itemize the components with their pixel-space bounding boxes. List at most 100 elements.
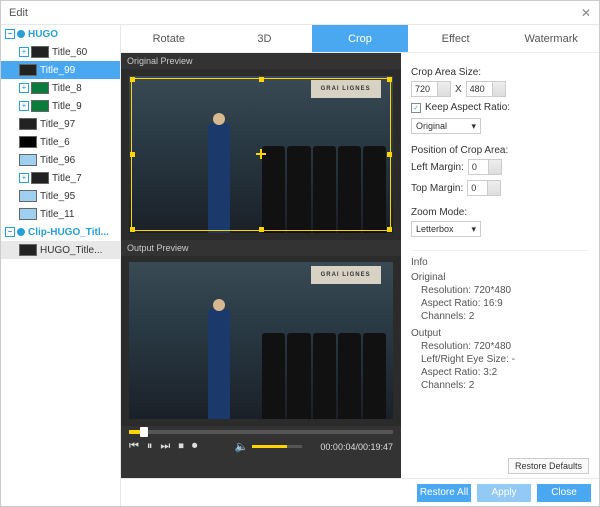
- crop-size-label: Crop Area Size:: [411, 67, 589, 78]
- stop-button[interactable]: ⏹: [178, 440, 184, 453]
- top-margin-input[interactable]: 0▲▼: [467, 180, 501, 196]
- tree-item[interactable]: +Title_8: [1, 79, 120, 97]
- expand-icon[interactable]: +: [19, 83, 29, 93]
- thumb-icon: [31, 46, 49, 58]
- output-preview-label: Output Preview: [121, 240, 401, 256]
- original-preview-label: Original Preview: [121, 53, 401, 69]
- x-separator: X: [455, 84, 462, 95]
- thumb-icon: [19, 244, 37, 256]
- tab-rotate[interactable]: Rotate: [121, 25, 217, 52]
- disc-icon: [17, 30, 25, 38]
- snapshot-button[interactable]: ⏺: [192, 440, 198, 453]
- window-title: Edit: [9, 7, 28, 19]
- tree-root-hugo[interactable]: − HUGO: [1, 25, 120, 43]
- crop-handle-e[interactable]: [387, 152, 392, 157]
- zoom-mode-select[interactable]: Letterbox▾: [411, 221, 481, 237]
- thumb-icon: [31, 172, 49, 184]
- volume-icon[interactable]: 🔈: [235, 440, 249, 453]
- tree-item[interactable]: Title_97: [1, 115, 120, 133]
- thumb-icon: [19, 64, 37, 76]
- tree-root-clip[interactable]: − Clip-HUGO_Titl...: [1, 223, 120, 241]
- seek-slider[interactable]: [129, 430, 393, 434]
- tree-item[interactable]: Title_96: [1, 151, 120, 169]
- expand-icon[interactable]: +: [19, 47, 29, 57]
- player-controls: ⏮ ⏸ ⏭ ⏹ ⏺ 🔈 00:00:04/00:19:47: [121, 426, 401, 478]
- next-button[interactable]: ⏭: [160, 440, 170, 453]
- left-margin-label: Left Margin:: [411, 162, 464, 173]
- crop-center-icon[interactable]: [256, 149, 266, 159]
- thumb-icon: [31, 82, 49, 94]
- crop-height-input[interactable]: 480▲▼: [466, 81, 506, 97]
- info-label: Info: [411, 257, 589, 268]
- tree-item[interactable]: +Title_7: [1, 169, 120, 187]
- tab-3d[interactable]: 3D: [217, 25, 313, 52]
- pause-button[interactable]: ⏸: [147, 440, 153, 453]
- collapse-icon[interactable]: −: [5, 29, 15, 39]
- tree-root-label: HUGO: [28, 29, 58, 40]
- dialog-footer: Restore All Apply Close: [121, 478, 599, 506]
- tree-root-label: Clip-HUGO_Titl...: [28, 227, 109, 238]
- thumb-icon: [19, 190, 37, 202]
- tree-item[interactable]: +Title_9: [1, 97, 120, 115]
- tree-item[interactable]: Title_11: [1, 205, 120, 223]
- info-original-channels: Channels: 2: [411, 311, 589, 322]
- titlebar: Edit ✕: [1, 1, 599, 25]
- tree-item[interactable]: Title_95: [1, 187, 120, 205]
- info-original-title: Original: [411, 272, 589, 283]
- output-preview: GRAI LIGNES: [121, 256, 401, 427]
- tab-effect[interactable]: Effect: [408, 25, 504, 52]
- tree-item[interactable]: HUGO_Title...: [1, 241, 120, 259]
- seek-thumb[interactable]: [140, 427, 148, 437]
- preview-column: Original Preview GRAI LIGNES: [121, 53, 401, 478]
- thumb-icon: [19, 136, 37, 148]
- crop-handle-ne[interactable]: [387, 77, 392, 82]
- crop-settings-panel: Crop Area Size: 720▲▼ X 480▲▼ ✓ Keep Asp…: [401, 53, 599, 478]
- zoom-mode-label: Zoom Mode:: [411, 207, 589, 218]
- prev-button[interactable]: ⏮: [129, 440, 139, 453]
- info-output-aspect: Aspect Ratio: 3:2: [411, 367, 589, 378]
- info-output-eye: Left/Right Eye Size: -: [411, 354, 589, 365]
- keep-aspect-checkbox[interactable]: ✓: [411, 103, 421, 113]
- tab-crop[interactable]: Crop: [312, 25, 408, 52]
- crop-handle-s[interactable]: [259, 227, 264, 232]
- info-output-resolution: Resolution: 720*480: [411, 341, 589, 352]
- title-tree[interactable]: − HUGO +Title_60 Title_99 +Title_8 +Titl…: [1, 25, 121, 506]
- aspect-ratio-select[interactable]: Original▾: [411, 118, 481, 134]
- thumb-icon: [31, 100, 49, 112]
- chevron-down-icon: ▾: [471, 121, 476, 132]
- chevron-down-icon: ▾: [471, 224, 476, 235]
- crop-handle-se[interactable]: [387, 227, 392, 232]
- apply-button[interactable]: Apply: [477, 484, 531, 502]
- restore-all-button[interactable]: Restore All: [417, 484, 471, 502]
- expand-icon[interactable]: +: [19, 101, 29, 111]
- volume-slider[interactable]: [252, 445, 302, 448]
- tree-item-selected[interactable]: Title_99: [1, 61, 120, 79]
- crop-width-input[interactable]: 720▲▼: [411, 81, 451, 97]
- sign-text: GRAI LIGNES: [311, 266, 381, 284]
- crop-handle-nw[interactable]: [130, 77, 135, 82]
- disc-icon: [17, 228, 25, 236]
- expand-icon[interactable]: +: [19, 173, 29, 183]
- crop-handle-n[interactable]: [259, 77, 264, 82]
- close-icon[interactable]: ✕: [581, 6, 591, 20]
- info-output-title: Output: [411, 328, 589, 339]
- collapse-icon[interactable]: −: [5, 227, 15, 237]
- left-margin-input[interactable]: 0▲▼: [468, 159, 502, 175]
- time-display: 00:00:04/00:19:47: [320, 442, 393, 452]
- tree-item[interactable]: +Title_60: [1, 43, 120, 61]
- crop-handle-sw[interactable]: [130, 227, 135, 232]
- edit-window: Edit ✕ − HUGO +Title_60 Title_99 +Title_…: [0, 0, 600, 507]
- info-original-resolution: Resolution: 720*480: [411, 285, 589, 296]
- tree-item[interactable]: Title_6: [1, 133, 120, 151]
- keep-aspect-label: Keep Aspect Ratio:: [425, 102, 510, 113]
- restore-defaults-button[interactable]: Restore Defaults: [508, 458, 589, 474]
- close-button[interactable]: Close: [537, 484, 591, 502]
- tab-watermark[interactable]: Watermark: [503, 25, 599, 52]
- info-output-channels: Channels: 2: [411, 380, 589, 391]
- crop-rectangle[interactable]: [131, 78, 390, 231]
- original-preview[interactable]: GRAI LIGNES: [121, 69, 401, 240]
- top-margin-label: Top Margin:: [411, 183, 463, 194]
- thumb-icon: [19, 154, 37, 166]
- info-original-aspect: Aspect Ratio: 16:9: [411, 298, 589, 309]
- crop-handle-w[interactable]: [130, 152, 135, 157]
